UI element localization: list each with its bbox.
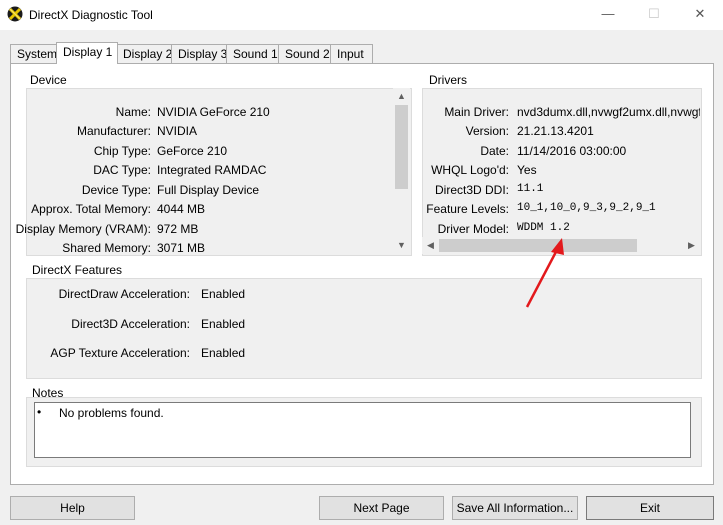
title-bar: DirectX Diagnostic Tool — ☐ ✕ [0,0,723,30]
maximize-icon[interactable]: ☐ [631,0,677,30]
shared-memory-value: 3071 MB [157,241,206,255]
driver-row-label: WHQL Logo'd: [431,163,509,177]
device-scroll-thumb[interactable] [395,105,408,189]
device-type-value: Full Display Device [157,183,260,197]
tab-display-3[interactable]: Display 3 [171,44,228,63]
device-vertical-scrollbar[interactable]: ▲ ▼ [393,88,410,254]
driver-row-label: Driver Model: [437,222,509,236]
scroll-right-icon[interactable]: ▶ [683,237,700,254]
scroll-down-icon[interactable]: ▼ [393,237,410,254]
agp-value: Enabled [201,346,246,360]
ddi-value: 11.1 [517,183,544,195]
device-row-label: Shared Memory: [62,241,151,255]
notes-item: No problems found. [59,406,164,420]
drivers-group-label: Drivers [429,73,467,87]
device-row-label: Approx. Total Memory: [31,202,151,216]
driver-row-label: Date: [480,144,509,158]
help-button[interactable]: Help [10,496,135,520]
direct3d-value: Enabled [201,317,246,331]
vram-value: 972 MB [157,222,199,236]
device-row-label: Chip Type: [93,144,151,158]
dac-type-value: Integrated RAMDAC [157,163,267,177]
tab-sound-2[interactable]: Sound 2 [278,44,332,63]
tab-display-2[interactable]: Display 2 [116,44,173,63]
exit-button[interactable]: Exit [586,496,714,520]
device-row-label: DAC Type: [93,163,151,177]
device-row-label: Name: [115,105,151,119]
device-row-label: Device Type: [81,183,151,197]
tab-display-1[interactable]: Display 1 [56,42,118,64]
directdraw-value: Enabled [201,287,246,301]
features-group-label: DirectX Features [32,263,123,277]
manufacturer-value: NVIDIA [157,124,198,138]
feature-label: AGP Texture Acceleration: [50,346,190,360]
driver-row-label: Direct3D DDI: [434,183,509,197]
feature-label: Direct3D Acceleration: [71,317,190,331]
save-all-information-button[interactable]: Save All Information... [452,496,578,520]
device-group-label: Device [30,73,67,87]
tab-sound-1[interactable]: Sound 1 [226,44,280,63]
device-name-value: NVIDIA GeForce 210 [157,105,270,119]
bullet-icon: • [37,405,42,419]
driver-row-label: Main Driver: [444,105,509,119]
chip-type-value: GeForce 210 [157,144,228,158]
device-row-label: Manufacturer: [76,124,151,138]
feature-label: DirectDraw Acceleration: [58,287,190,301]
scroll-up-icon[interactable]: ▲ [393,88,410,105]
minimize-icon[interactable]: — [585,0,631,30]
date-value: 11/14/2016 03:00:00 [517,144,627,158]
driver-row-label: Version: [465,124,509,138]
tab-system[interactable]: System [10,44,58,63]
total-memory-value: 4044 MB [157,202,206,216]
annotation-arrow [525,238,564,308]
feature-levels-value: 10_1,10_0,9_3,9_2,9_1 [517,202,656,214]
window-title: DirectX Diagnostic Tool [29,8,153,22]
scroll-left-icon[interactable]: ◀ [422,237,439,254]
whql-value: Yes [517,163,537,177]
driver-row-label: Feature Levels: [426,202,509,216]
next-page-button[interactable]: Next Page [319,496,444,520]
tab-input[interactable]: Input [330,44,373,63]
version-value: 21.21.13.4201 [517,124,594,138]
device-row-label: Display Memory (VRAM): [15,222,151,236]
main-driver-value: nvd3dumx.dll,nvwgf2umx.dll,nvwgf2u [517,105,700,119]
notes-textbox[interactable]: • No problems found. [34,402,691,458]
close-icon[interactable]: ✕ [677,0,723,30]
directx-app-icon [7,6,23,22]
